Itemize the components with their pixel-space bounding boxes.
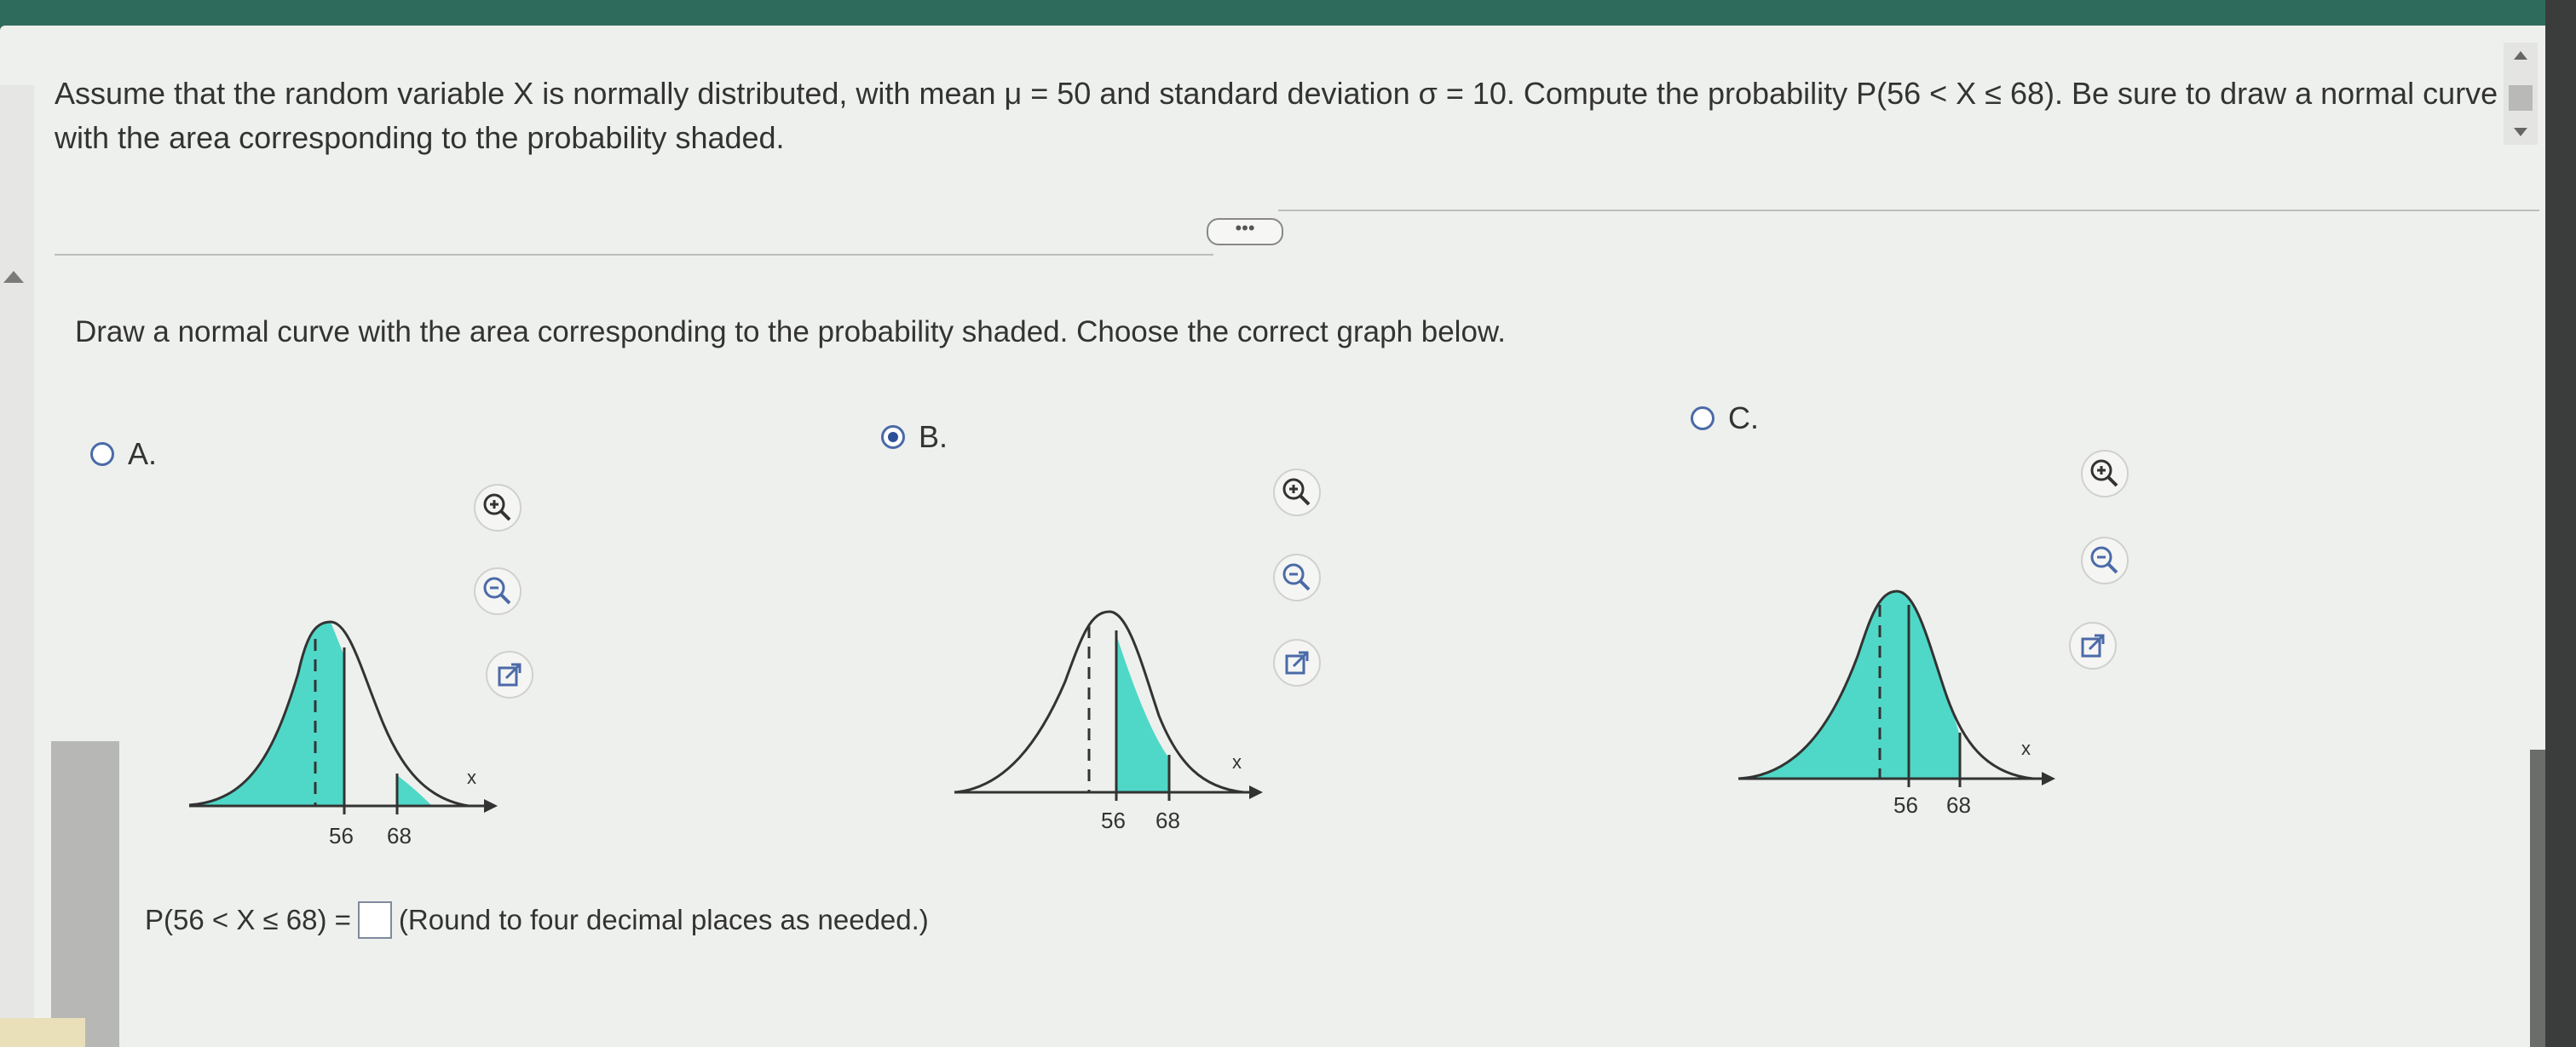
radio-button[interactable] [1691,406,1714,430]
option-label: B. [919,419,948,454]
left-margin [0,85,34,1047]
radio-button[interactable] [90,442,114,466]
axis-arrow-icon [1249,785,1263,799]
option-a[interactable]: A. [90,436,157,472]
scroll-up-icon[interactable] [2514,51,2527,60]
left-gray-bar [51,741,119,1047]
question-text: Assume that the random variable X is nor… [55,76,2498,155]
tick-label: 56 [1893,792,1918,818]
axis-label: x [467,767,476,788]
axis-label: x [2021,738,2031,759]
normal-curve [954,610,1245,794]
question-panel [0,26,2548,1047]
tick-label: 56 [1101,808,1126,833]
shaded-area [1116,635,1169,792]
tick-label: 68 [1946,792,1971,818]
zoom-in-icon[interactable] [1273,469,1321,516]
shaded-area [189,622,344,805]
zoom-out-icon[interactable] [1273,554,1321,601]
instruction-text: Draw a normal curve with the area corres… [75,315,1506,348]
collapse-arrow-icon[interactable] [3,271,24,283]
normal-curve-graph-b[interactable]: x 56 68 [946,588,1270,835]
answer-hint: (Round to four decimal places as needed.… [398,904,929,935]
tick-label: 56 [329,823,354,849]
normal-curve-graph-c[interactable]: x 56 68 [1730,571,2062,818]
screen-edge [2545,0,2576,1047]
open-external-icon[interactable] [1273,639,1321,687]
bottom-corner [0,1018,85,1047]
axis-label: x [1232,751,1242,773]
answer-input[interactable] [357,901,392,939]
normal-curve-graph-a[interactable]: x 56 68 [179,605,503,852]
option-label: C. [1728,400,1759,435]
option-c[interactable]: C. [1691,400,1759,436]
answer-prefix: P(56 < X ≤ 68) = [145,904,351,935]
zoom-in-icon[interactable] [474,484,522,532]
scroll-down-icon[interactable] [2514,128,2527,136]
open-external-icon[interactable] [2069,622,2117,670]
divider [1278,210,2539,211]
option-b[interactable]: B. [881,419,948,455]
zoom-in-icon[interactable] [2081,450,2129,498]
axis-arrow-icon [2042,772,2055,785]
axis-arrow-icon [484,799,498,813]
radio-button-selected[interactable] [881,425,905,449]
scrollbar[interactable] [2504,43,2538,145]
scroll-thumb[interactable] [2509,85,2533,111]
answer-row: P(56 < X ≤ 68) = (Round to four decimal … [145,901,929,939]
shaded-area [397,775,431,805]
tick-label: 68 [1155,808,1180,833]
screen-edge-shadow [2530,750,2545,1047]
zoom-out-icon[interactable] [2081,537,2129,584]
shaded-area [1738,591,1960,779]
more-button[interactable]: ••• [1207,218,1283,245]
option-label: A. [128,436,158,471]
divider [55,254,1213,256]
tick-label: 68 [387,823,412,849]
